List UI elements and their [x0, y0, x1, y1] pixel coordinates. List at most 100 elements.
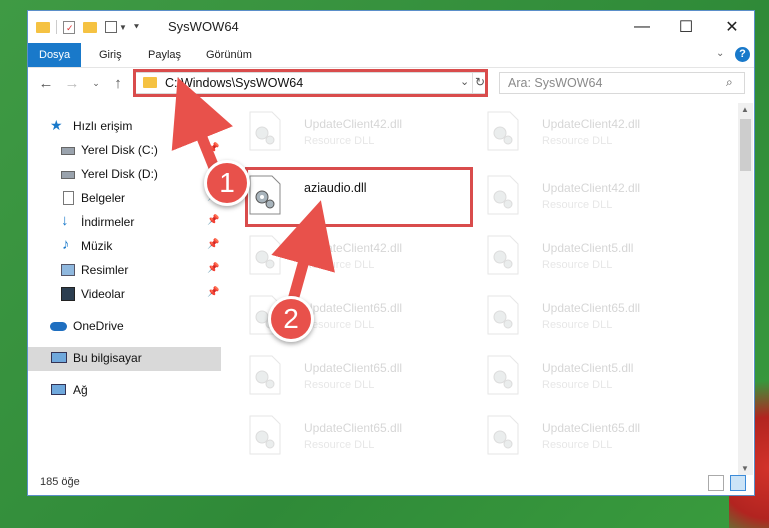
maximize-icon: ☐ — [678, 19, 694, 36]
file-tile[interactable]: UpdateClient42.dll Resource DLL — [248, 231, 468, 287]
file-description: Resource DLL — [304, 439, 375, 451]
vertical-scrollbar[interactable]: ▲ ▼ — [738, 103, 753, 475]
back-button[interactable]: ← — [36, 73, 56, 93]
sidebar-item-label: Yerel Disk (C:) — [81, 143, 158, 157]
dll-file-icon — [487, 175, 519, 215]
divider — [56, 20, 57, 34]
ribbon-expand-icon[interactable]: ⌄ — [716, 48, 724, 59]
tiles-view-icon[interactable] — [730, 475, 746, 491]
file-description: Resource DLL — [542, 135, 613, 147]
sidebar-item-onedrive[interactable]: OneDrive — [28, 315, 221, 339]
pin-icon[interactable]: 📌 — [207, 239, 219, 250]
sidebar-item-pictures[interactable]: Resimler 📌 — [28, 259, 221, 283]
video-icon — [61, 287, 75, 301]
help-icon[interactable]: ? — [735, 47, 750, 62]
file-description: Resource DLL — [304, 135, 375, 147]
chevron-down-icon[interactable]: ▼ — [119, 23, 127, 32]
file-description: Resource DLL — [304, 319, 375, 331]
file-tile[interactable]: UpdateClient42.dll Resource DLL — [486, 171, 706, 227]
properties-icon[interactable]: ✓ — [63, 20, 75, 34]
recent-locations-button[interactable]: ⌄ — [86, 73, 106, 93]
file-name: UpdateClient65.dll — [304, 361, 403, 375]
file-tile[interactable]: UpdateClient65.dll Resource DLL — [486, 291, 706, 347]
document-icon — [63, 191, 74, 205]
address-bar-highlight — [133, 69, 488, 97]
chevron-down-icon: ⌄ — [92, 77, 100, 88]
sidebar-item-network[interactable]: Ağ — [28, 379, 221, 403]
drive-icon — [61, 147, 75, 155]
file-tile[interactable]: UpdateClient65.dll Resource DLL — [248, 411, 468, 467]
drive-icon — [61, 171, 75, 179]
tab-share[interactable]: Paylaş — [137, 43, 192, 67]
close-icon: ✕ — [725, 19, 739, 36]
sidebar-item-label: Müzik — [81, 239, 113, 253]
ribbon-tabs: Dosya Giriş Paylaş Görünüm ⌄ ? — [28, 43, 754, 68]
sidebar-item-videos[interactable]: Videolar 📌 — [28, 283, 221, 307]
dll-file-icon — [249, 415, 281, 455]
pin-icon[interactable]: 📌 — [207, 287, 219, 298]
file-description: Resource DLL — [542, 439, 613, 451]
sidebar-item-quick-access[interactable]: ★ Hızlı erişim — [28, 115, 221, 139]
file-name: UpdateClient65.dll — [304, 301, 403, 315]
tab-view[interactable]: Görünüm — [195, 43, 263, 67]
file-name: UpdateClient42.dll — [542, 117, 641, 131]
arrow-up-icon: ↑ — [114, 74, 122, 92]
folder-icon[interactable] — [36, 21, 50, 33]
item-count: 185 öğe — [40, 476, 80, 488]
sidebar-item-downloads[interactable]: ↓ İndirmeler 📌 — [28, 211, 221, 235]
step-1-callout: 1 — [204, 160, 250, 206]
file-highlight — [245, 167, 473, 227]
sidebar-item-music[interactable]: ♪ Müzik 📌 — [28, 235, 221, 259]
file-tile[interactable]: UpdateClient5.dll Resource DLL — [486, 231, 706, 287]
sidebar-item-label: Resimler — [81, 263, 129, 277]
tab-file[interactable]: Dosya — [28, 43, 82, 67]
computer-icon — [51, 352, 67, 363]
file-tile[interactable]: UpdateClient65.dll Resource DLL — [486, 411, 706, 467]
sidebar-item-local-disk-c[interactable]: Yerel Disk (C:) 📌 — [28, 139, 221, 163]
minimize-icon: — — [634, 18, 650, 35]
dll-file-icon — [487, 235, 519, 275]
sidebar-item-this-pc[interactable]: Bu bilgisayar — [28, 347, 221, 371]
dll-file-icon — [249, 111, 281, 151]
search-box[interactable]: Ara: SysWOW64 ⌕ — [499, 72, 745, 94]
file-tile[interactable]: UpdateClient42.dll Resource DLL — [486, 107, 706, 163]
close-button[interactable]: ✕ — [710, 11, 754, 43]
details-view-icon[interactable] — [708, 475, 724, 491]
forward-button[interactable]: → — [62, 73, 82, 93]
sidebar-item-label: Videolar — [81, 287, 125, 301]
pin-icon[interactable]: 📌 — [207, 215, 219, 226]
dropdown-arrow-icon[interactable]: ⯆ — [133, 22, 140, 33]
minimize-button[interactable]: — — [620, 11, 664, 43]
window-title: SysWOW64 — [168, 19, 239, 34]
sidebar-item-label: Hızlı erişim — [73, 119, 133, 133]
tab-home[interactable]: Giriş — [88, 43, 133, 67]
new-folder-icon[interactable] — [83, 21, 97, 33]
pin-icon[interactable]: 📌 — [207, 263, 219, 274]
scroll-up-icon[interactable]: ▲ — [741, 105, 749, 114]
dll-file-icon — [487, 415, 519, 455]
maximize-button[interactable]: ☐ — [664, 11, 708, 43]
pin-icon[interactable]: 📌 — [207, 143, 219, 154]
file-tile[interactable]: UpdateClient65.dll Resource DLL — [248, 351, 468, 407]
file-name: UpdateClient5.dll — [542, 361, 634, 375]
music-icon: ♪ — [62, 236, 70, 253]
file-tile[interactable]: UpdateClient42.dll Resource DLL — [248, 107, 468, 163]
customize-toolbar-icon[interactable] — [105, 21, 117, 33]
network-icon — [51, 384, 66, 395]
step-2-callout: 2 — [268, 296, 314, 342]
download-icon: ↓ — [61, 212, 69, 229]
file-name: UpdateClient5.dll — [542, 241, 634, 255]
file-description: Resource DLL — [542, 199, 613, 211]
scrollbar-thumb[interactable] — [740, 119, 751, 171]
quick-access-toolbar: ✓ ▼ ⯆ — [36, 19, 140, 35]
up-button[interactable]: ↑ — [108, 73, 128, 93]
file-name: UpdateClient42.dll — [542, 181, 641, 195]
dll-file-icon — [487, 295, 519, 335]
sidebar-item-local-disk-d[interactable]: Yerel Disk (D:) 📌 — [28, 163, 221, 187]
sidebar-item-documents[interactable]: Belgeler 📌 — [28, 187, 221, 211]
file-name: UpdateClient42.dll — [304, 241, 403, 255]
file-name: UpdateClient42.dll — [304, 117, 403, 131]
search-placeholder: Ara: SysWOW64 — [508, 76, 603, 90]
file-tile[interactable]: UpdateClient5.dll Resource DLL — [486, 351, 706, 407]
title-bar: ✓ ▼ ⯆ SysWOW64 — ☐ ✕ — [28, 11, 754, 43]
